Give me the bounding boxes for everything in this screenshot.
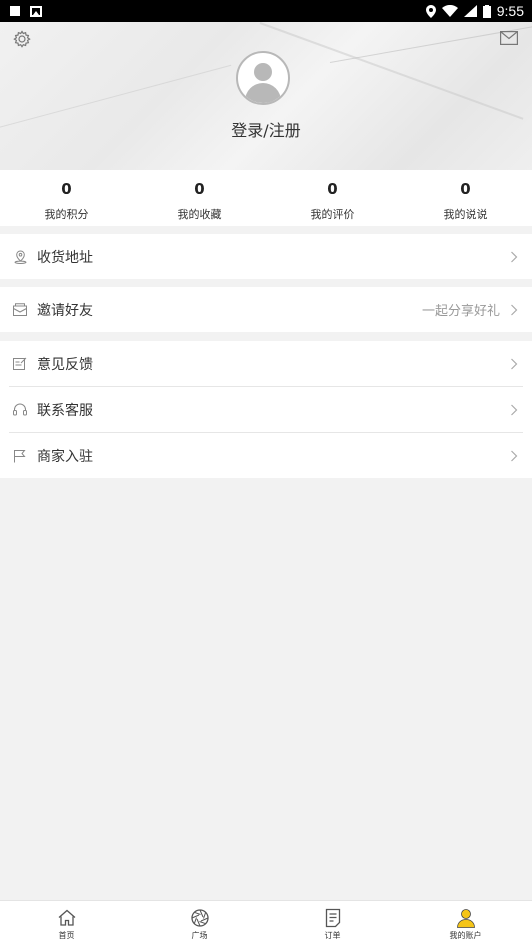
tab-label: 我的账户 <box>449 931 482 940</box>
message-mail-icon[interactable] <box>500 31 518 45</box>
stat-reviews[interactable]: 0 我的评价 <box>266 170 399 226</box>
login-register-link[interactable]: 登录/注册 <box>0 117 532 141</box>
settings-gear-icon[interactable] <box>12 29 32 49</box>
tab-label: 广场 <box>191 931 208 940</box>
stat-value: 0 <box>460 180 471 198</box>
stat-label: 我的说说 <box>443 208 488 221</box>
stat-favorites[interactable]: 0 我的收藏 <box>133 170 266 226</box>
menu-item-label: 商家入驻 <box>37 448 93 465</box>
menu-item-merchant[interactable]: 商家入驻 <box>0 433 532 478</box>
tab-home[interactable]: 首页 <box>0 901 133 944</box>
avatar[interactable] <box>236 51 290 105</box>
chevron-right-icon <box>511 358 518 369</box>
stat-value: 0 <box>194 180 205 198</box>
flag-icon <box>13 449 27 463</box>
menu-item-label: 联系客服 <box>37 402 93 419</box>
envelope-icon <box>13 303 27 317</box>
stat-value: 0 <box>327 180 338 198</box>
stat-points[interactable]: 0 我的积分 <box>0 170 133 226</box>
status-bar: 9:55 <box>0 0 532 22</box>
address-group: 收货地址 <box>0 234 532 279</box>
user-icon <box>456 909 475 928</box>
menu-item-label: 邀请好友 <box>37 302 93 319</box>
location-status-icon <box>425 4 436 18</box>
stat-label: 我的积分 <box>44 208 89 221</box>
menu-item-support[interactable]: 联系客服 <box>0 387 532 432</box>
stat-posts[interactable]: 0 我的说说 <box>399 170 532 226</box>
tab-label: 首页 <box>58 931 75 940</box>
tab-plaza[interactable]: 广场 <box>133 901 266 944</box>
tab-orders[interactable]: 订单 <box>266 901 399 944</box>
bottom-tab-bar: 首页 广场 订单 我的账户 <box>0 900 532 944</box>
menu-item-label: 收货地址 <box>37 249 93 266</box>
notification-square-icon <box>10 6 20 16</box>
headset-icon <box>13 403 27 417</box>
tab-account[interactable]: 我的账户 <box>399 901 532 944</box>
order-doc-icon <box>325 908 340 928</box>
status-time: 9:55 <box>496 3 524 19</box>
battery-icon <box>482 4 491 18</box>
chevron-right-icon <box>511 304 518 315</box>
invite-hint: 一起分享好礼 <box>421 304 500 319</box>
stat-value: 0 <box>61 180 72 198</box>
menu-item-feedback[interactable]: 意见反馈 <box>0 341 532 386</box>
menu-item-address[interactable]: 收货地址 <box>0 234 532 279</box>
service-group: 意见反馈 联系客服 商家入驻 <box>0 341 532 478</box>
wifi-icon <box>441 5 458 17</box>
chevron-right-icon <box>511 251 518 262</box>
stat-label: 我的收藏 <box>177 208 222 221</box>
menu-item-label: 意见反馈 <box>37 356 93 373</box>
menu-item-invite[interactable]: 邀请好友 一起分享好礼 <box>0 287 532 332</box>
chevron-right-icon <box>511 450 518 461</box>
location-pin-icon <box>13 249 27 264</box>
tab-label: 订单 <box>324 931 341 940</box>
image-notification-icon <box>30 5 42 17</box>
chevron-right-icon <box>511 404 518 415</box>
profile-header: 登录/注册 <box>0 22 532 170</box>
home-icon <box>58 909 75 926</box>
aperture-icon <box>190 909 209 927</box>
invite-group: 邀请好友 一起分享好礼 <box>0 287 532 332</box>
signal-icon <box>463 5 477 17</box>
edit-note-icon <box>13 357 27 371</box>
stats-bar: 0 我的积分 0 我的收藏 0 我的评价 0 我的说说 <box>0 170 532 226</box>
stat-label: 我的评价 <box>310 208 355 221</box>
